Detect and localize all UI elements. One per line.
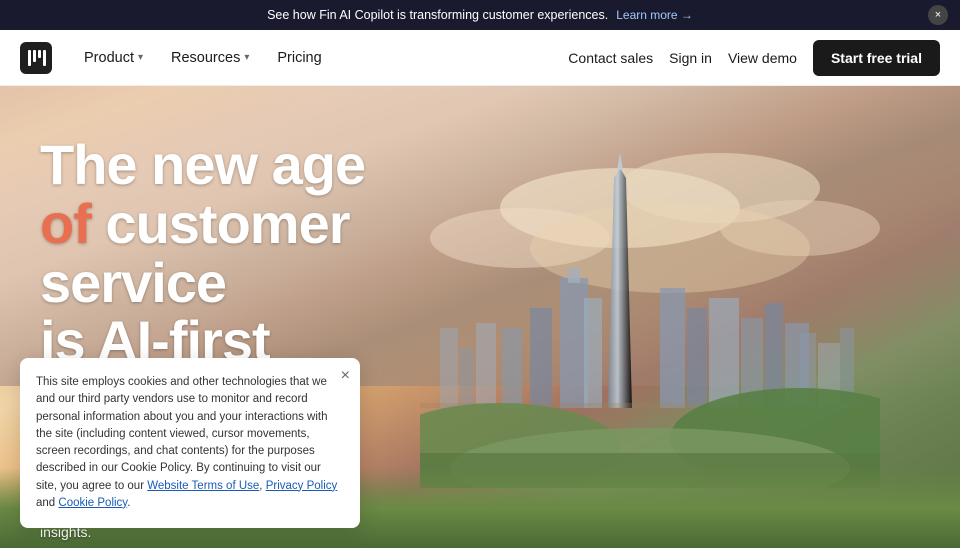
view-demo-nav-button[interactable]: View demo [728, 42, 797, 74]
nav-product[interactable]: Product ▾ [72, 44, 155, 72]
logo-svg [26, 48, 46, 68]
logo-link[interactable] [20, 42, 52, 74]
announcement-banner: See how Fin AI Copilot is transforming c… [0, 0, 960, 30]
main-navbar: Product ▾ Resources ▾ Pricing Contact sa… [0, 30, 960, 86]
nav-left-links: Product ▾ Resources ▾ Pricing [72, 44, 568, 72]
sign-in-link[interactable]: Sign in [669, 50, 712, 66]
contact-sales-link[interactable]: Contact sales [568, 50, 653, 66]
cookie-close-button[interactable]: × [341, 368, 350, 384]
nav-resources[interactable]: Resources ▾ [159, 44, 261, 72]
product-chevron-icon: ▾ [138, 52, 143, 63]
banner-link[interactable]: Learn more → [616, 8, 693, 22]
nav-pricing[interactable]: Pricing [265, 44, 333, 72]
resources-chevron-icon: ▾ [244, 52, 249, 63]
banner-text: See how Fin AI Copilot is transforming c… [267, 8, 608, 22]
hero-section: The new age of customer service is AI-fi… [0, 86, 960, 548]
hero-heading: The new age of customer service is AI-fi… [40, 136, 540, 371]
cookie-consent-banner: × This site employs cookies and other te… [20, 358, 360, 528]
cookie-text: This site employs cookies and other tech… [36, 374, 344, 512]
logo-icon [20, 42, 52, 74]
cookie-policy-link[interactable]: Cookie Policy [58, 497, 127, 509]
banner-close-button[interactable]: × [928, 5, 948, 25]
start-trial-nav-button[interactable]: Start free trial [813, 40, 940, 76]
terms-of-use-link[interactable]: Website Terms of Use [147, 480, 259, 492]
nav-right-links: Contact sales Sign in View demo Start fr… [568, 40, 940, 76]
privacy-policy-link[interactable]: Privacy Policy [266, 480, 338, 492]
